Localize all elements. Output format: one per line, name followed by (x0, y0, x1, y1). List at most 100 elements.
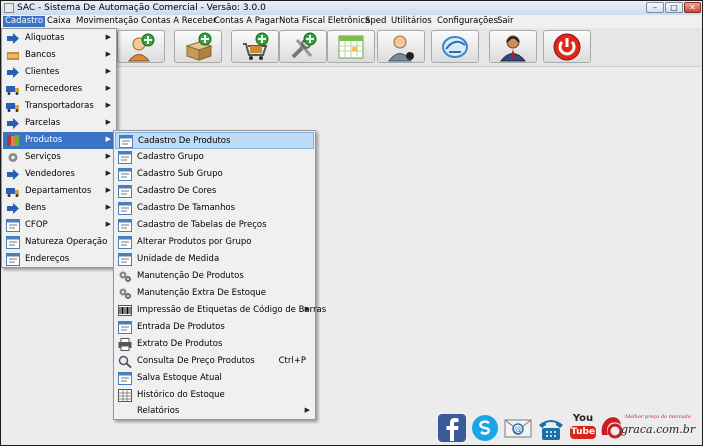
submenu-item-entrada-de-produtos[interactable]: Entrada De Produtos (115, 319, 314, 336)
app-window: SAC - Sistema De Automação Comercial - V… (0, 0, 703, 446)
submenu-item-manutencao-extra-de-estoque[interactable]: Manutenção Extra De Estoque (115, 285, 314, 302)
gear-icon (8, 153, 18, 162)
submenu-item-consulta-de-preco[interactable]: Consulta De Preço Produtos Ctrl+P (115, 353, 314, 370)
toolbar-user-button[interactable] (377, 30, 425, 63)
add-client-icon (127, 33, 155, 62)
skype-icon[interactable] (470, 413, 500, 443)
arrow-right-icon (7, 203, 19, 214)
facebook-icon[interactable] (437, 413, 467, 443)
menu-movimentacao[interactable]: Movimentação (74, 16, 140, 27)
menu-item-clientes[interactable]: Clientes ▶ (3, 64, 115, 81)
menu-item-departamentos[interactable]: Departamentos ▶ (3, 183, 115, 200)
menu-item-cfop[interactable]: CFOP ▶ (3, 217, 115, 234)
toolbar-add-sale-button[interactable] (231, 30, 279, 63)
magnifier-icon (118, 355, 132, 368)
bank-icon (7, 52, 19, 60)
partner-tagline: Melhor preço do mercado (625, 414, 691, 420)
submenu-item-cadastro-de-produtos[interactable]: Cadastro De Produtos (115, 132, 314, 149)
add-sale-cart-icon (243, 32, 269, 60)
submenu-arrow: ▶ (105, 33, 111, 41)
partner-logo[interactable]: Melhor preço do mercado graca.com.br (599, 413, 697, 443)
submenu-item-manutencao-de-produtos[interactable]: Manutenção De Produtos (115, 268, 314, 285)
form-icon (118, 168, 132, 181)
blank-icon (118, 405, 132, 418)
menu-cadastro[interactable]: Cadastro (3, 16, 46, 27)
menu-caixa[interactable]: Caixa (45, 16, 73, 27)
form-icon (118, 372, 132, 385)
toolbar-calendar-button[interactable] (327, 30, 375, 63)
social-links: @ You Tube Melhor preço do mercado graca… (437, 411, 699, 443)
app-icon (4, 3, 14, 13)
form-icon (119, 135, 133, 148)
form-icon (6, 219, 20, 232)
menu-contas-a-pagar[interactable]: Contas A Pagar (212, 16, 281, 27)
books-icon (7, 135, 19, 146)
toolbar-support-button[interactable] (489, 30, 537, 63)
youtube-label-top: You (572, 413, 594, 424)
form-icon (118, 151, 132, 164)
submenu-item-historico-do-estoque[interactable]: Histórico do Estoque (115, 387, 314, 404)
close-button[interactable]: ✕ (684, 2, 701, 13)
submenu-arrow: ▶ (304, 305, 310, 313)
menu-sped[interactable]: Sped (363, 16, 388, 27)
menu-item-fornecedores[interactable]: Fornecedores ▶ (3, 81, 115, 98)
submenu-item-relatorios[interactable]: Relatórios ▶ (115, 403, 314, 420)
submenu-item-cadastro-de-cores[interactable]: Cadastro De Cores (115, 183, 314, 200)
submenu-item-cadastro-grupo[interactable]: Cadastro Grupo (115, 149, 314, 166)
menu-bar: Cadastro Caixa Movimentação Contas A Rec… (1, 15, 702, 29)
submenu-item-cadastro-de-tamanhos[interactable]: Cadastro De Tamanhos (115, 200, 314, 217)
toolbar-add-product-button[interactable] (174, 30, 222, 63)
form-icon (6, 253, 20, 266)
arrow-right-icon (7, 169, 19, 180)
menu-contas-a-receber[interactable]: Contas A Receber (139, 16, 219, 27)
submenu-item-extrato-de-produtos[interactable]: Extrato De Produtos (115, 336, 314, 353)
submenu-item-cadastro-tabelas-de-precos[interactable]: Cadastro de Tabelas de Preços (115, 217, 314, 234)
menu-sair[interactable]: Sair (495, 16, 515, 27)
youtube-icon[interactable]: You Tube (569, 413, 597, 443)
truck-icon (6, 188, 19, 197)
minimize-button[interactable]: – (646, 2, 664, 13)
partner-domain: graca.com.br (621, 423, 696, 436)
form-icon (118, 219, 132, 232)
menu-item-natureza-operacao[interactable]: Natureza Operação (3, 234, 115, 251)
menu-item-parcelas[interactable]: Parcelas ▶ (3, 115, 115, 132)
menu-item-enderecos[interactable]: Endereços (3, 251, 115, 268)
add-product-box-icon (185, 32, 213, 61)
menu-item-servicos[interactable]: Serviços ▶ (3, 149, 115, 166)
toolbar-nfe-button[interactable] (431, 30, 479, 63)
spreadsheet-icon (118, 389, 132, 402)
truck-icon (6, 103, 19, 112)
form-icon (118, 202, 132, 215)
form-icon (6, 236, 20, 249)
toolbar-add-client-button[interactable] (117, 30, 165, 63)
arrow-right-icon (7, 118, 19, 129)
menu-utilitarios[interactable]: Utilitários (389, 16, 434, 27)
submenu-item-cadastro-sub-grupo[interactable]: Cadastro Sub Grupo (115, 166, 314, 183)
menu-nota-fiscal-eletronica[interactable]: Nota Fiscal Eletrônica (277, 16, 372, 27)
title-bar: SAC - Sistema De Automação Comercial - V… (1, 1, 702, 15)
svg-text:@: @ (514, 425, 522, 434)
submenu-item-salva-estoque-atual[interactable]: Salva Estoque Atual (115, 370, 314, 387)
email-icon[interactable]: @ (503, 413, 533, 443)
form-icon (118, 321, 132, 334)
arrow-right-icon (7, 33, 19, 44)
shortcut-label: Ctrl+P (278, 356, 306, 366)
user-icon (388, 35, 414, 62)
form-icon (118, 253, 132, 266)
toolbar-services-button[interactable] (279, 30, 327, 63)
submenu-item-unidade-de-medida[interactable]: Unidade de Medida (115, 251, 314, 268)
menu-item-transportadoras[interactable]: Transportadoras ▶ (3, 98, 115, 115)
menu-item-vendedores[interactable]: Vendedores ▶ (3, 166, 115, 183)
menu-item-produtos[interactable]: Produtos ▶ (3, 132, 115, 149)
produtos-submenu: Cadastro De Produtos Cadastro Grupo Cada… (113, 130, 326, 420)
menu-configuracoes[interactable]: Configurações (435, 16, 500, 27)
phone-icon[interactable] (536, 413, 566, 443)
menu-item-aliquotas[interactable]: Aliquotas ▶ (3, 30, 115, 47)
cadastro-dropdown: Aliquotas ▶ Bancos ▶ Clientes ▶ Forneced… (1, 28, 117, 268)
menu-item-bancos[interactable]: Bancos ▶ (3, 47, 115, 64)
toolbar-power-button[interactable] (543, 30, 591, 63)
menu-item-bens[interactable]: Bens ▶ (3, 200, 115, 217)
maximize-button[interactable]: □ (665, 2, 683, 13)
submenu-item-impressao-etiquetas[interactable]: Impressão de Etiquetas de Código de Barr… (115, 302, 326, 319)
submenu-item-alterar-produtos-por-grupo[interactable]: Alterar Produtos por Grupo (115, 234, 314, 251)
